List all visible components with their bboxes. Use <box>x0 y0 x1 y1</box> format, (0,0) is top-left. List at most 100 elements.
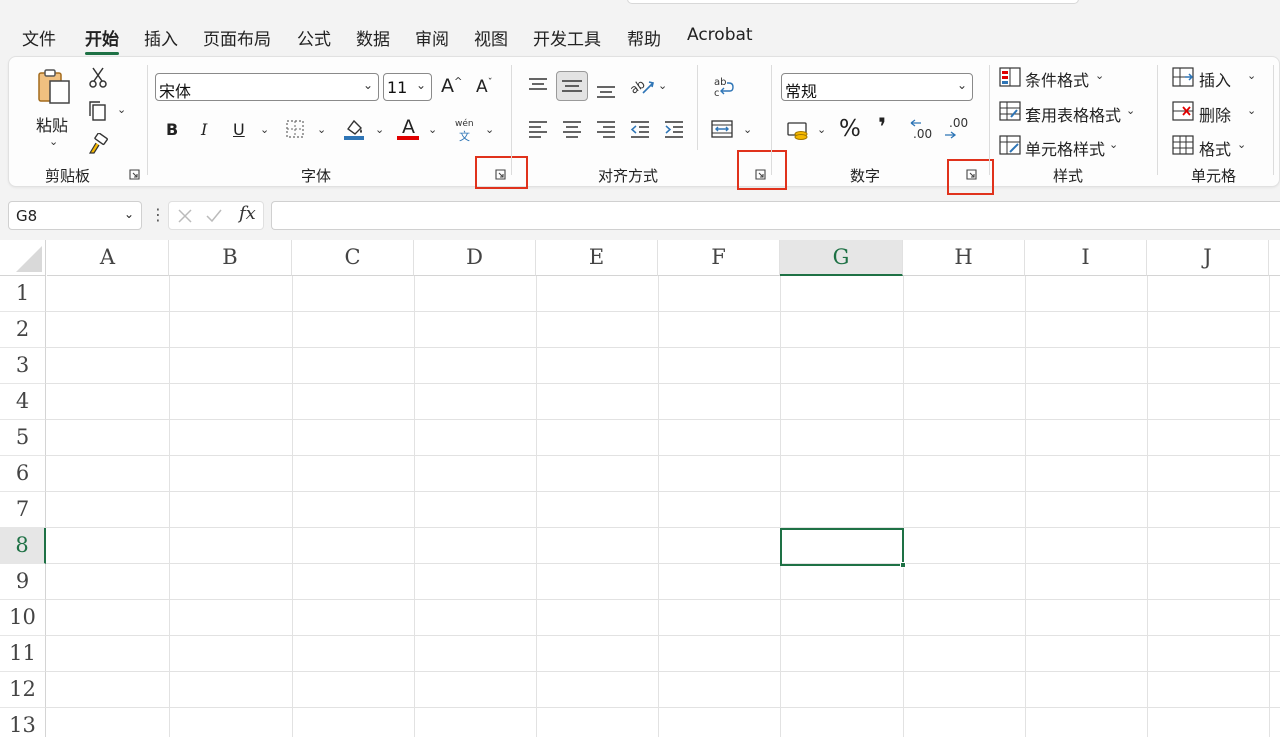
paste-icon[interactable] <box>35 67 75 107</box>
align-center-icon[interactable] <box>561 119 583 139</box>
name-box[interactable]: G8 ⌄ <box>8 201 142 230</box>
format-cells-icon[interactable] <box>1172 135 1194 155</box>
format-as-table-dropdown-icon[interactable]: ⌄ <box>1126 104 1135 117</box>
align-left-icon[interactable] <box>527 119 549 139</box>
tab-home[interactable]: 开始 <box>85 25 119 55</box>
more-options-icon[interactable]: ⋮ <box>150 205 166 224</box>
search-box[interactable] <box>627 0 1079 4</box>
column-header-d[interactable]: D <box>414 240 536 276</box>
column-header-c[interactable]: C <box>292 240 414 276</box>
merge-dropdown-icon[interactable]: ⌄ <box>743 123 752 136</box>
tab-page-layout[interactable]: 页面布局 <box>203 25 271 50</box>
row-header-1[interactable]: 1 <box>0 276 46 312</box>
cell-styles-dropdown-icon[interactable]: ⌄ <box>1109 138 1118 151</box>
confirm-entry-icon[interactable] <box>205 208 223 224</box>
accounting-dropdown-icon[interactable]: ⌄ <box>817 123 826 136</box>
orientation-icon[interactable]: ab <box>629 75 655 97</box>
bold-button[interactable]: B <box>166 120 178 139</box>
row-header-4[interactable]: 4 <box>0 384 46 420</box>
phonetic-guide-icon[interactable]: wén 文 <box>455 119 479 143</box>
column-header-h[interactable]: H <box>903 240 1025 276</box>
fill-handle[interactable] <box>900 562 906 568</box>
column-header-a[interactable]: A <box>47 240 169 276</box>
conditional-format-icon[interactable] <box>999 67 1021 87</box>
row-header-13[interactable]: 13 <box>0 708 46 737</box>
tab-help[interactable]: 帮助 <box>627 25 661 50</box>
format-cells-button[interactable]: 格式 <box>1199 136 1231 160</box>
increase-decimal-icon[interactable]: .00 <box>909 117 937 143</box>
row-header-11[interactable]: 11 <box>0 636 46 672</box>
column-header-g[interactable]: G <box>780 240 903 276</box>
italic-button[interactable]: I <box>201 120 207 139</box>
percent-style-button[interactable]: % <box>839 116 861 142</box>
insert-cells-dropdown-icon[interactable]: ⌄ <box>1247 69 1256 82</box>
phonetic-dropdown-icon[interactable]: ⌄ <box>485 123 494 136</box>
column-header-b[interactable]: B <box>169 240 292 276</box>
column-header-e[interactable]: E <box>536 240 658 276</box>
decrease-font-size-button[interactable]: Aˇ <box>476 77 493 97</box>
font-size-select[interactable]: 11 ⌄ <box>383 73 432 101</box>
align-bottom-icon[interactable] <box>595 81 617 101</box>
column-header-f[interactable]: F <box>658 240 780 276</box>
column-header-j[interactable]: J <box>1147 240 1269 276</box>
insert-cells-button[interactable]: 插入 <box>1199 67 1231 91</box>
tab-insert[interactable]: 插入 <box>144 25 178 50</box>
decrease-indent-icon[interactable] <box>629 119 651 139</box>
worksheet-grid[interactable]: A B C D E F G H I J 1 2 3 4 5 6 7 8 9 10… <box>0 240 1280 737</box>
tab-developer[interactable]: 开发工具 <box>533 25 601 50</box>
row-header-5[interactable]: 5 <box>0 420 46 456</box>
conditional-format-dropdown-icon[interactable]: ⌄ <box>1095 69 1104 82</box>
cancel-entry-icon[interactable] <box>177 208 193 224</box>
column-header-i[interactable]: I <box>1025 240 1147 276</box>
orientation-dropdown-icon[interactable]: ⌄ <box>658 79 667 92</box>
tab-formulas[interactable]: 公式 <box>297 25 331 50</box>
borders-dropdown-icon[interactable]: ⌄ <box>317 123 326 136</box>
comma-style-button[interactable]: ❜ <box>878 113 886 141</box>
borders-icon[interactable] <box>285 119 305 139</box>
select-all-button[interactable] <box>0 240 46 276</box>
format-cells-dropdown-icon[interactable]: ⌄ <box>1237 138 1246 151</box>
selected-cell-g8[interactable] <box>780 528 906 568</box>
decrease-decimal-icon[interactable]: .00 <box>943 116 971 143</box>
conditional-format-button[interactable]: 条件格式 <box>1025 67 1089 91</box>
increase-indent-icon[interactable] <box>663 119 685 139</box>
formula-input[interactable] <box>271 201 1280 230</box>
delete-cells-dropdown-icon[interactable]: ⌄ <box>1247 104 1256 117</box>
increase-font-size-button[interactable]: A^ <box>441 75 462 97</box>
cell-styles-icon[interactable] <box>999 135 1021 155</box>
font-name-select[interactable]: 宋体 ⌄ <box>155 73 379 101</box>
align-right-icon[interactable] <box>595 119 617 139</box>
font-color-button[interactable]: A <box>397 116 419 141</box>
tab-acrobat[interactable]: Acrobat <box>687 25 753 45</box>
tab-file[interactable]: 文件 <box>22 25 56 50</box>
format-painter-icon[interactable] <box>87 133 109 155</box>
row-header-7[interactable]: 7 <box>0 492 46 528</box>
row-header-12[interactable]: 12 <box>0 672 46 708</box>
number-format-select[interactable]: 常规 ⌄ <box>781 73 973 101</box>
column-header-k[interactable] <box>1269 240 1280 276</box>
row-header-6[interactable]: 6 <box>0 456 46 492</box>
row-header-8[interactable]: 8 <box>0 528 46 564</box>
tab-review[interactable]: 审阅 <box>415 25 449 50</box>
format-as-table-button[interactable]: 套用表格格式 <box>1025 102 1121 126</box>
merge-center-icon[interactable] <box>710 119 734 139</box>
paste-dropdown-icon[interactable]: ⌄ <box>49 135 58 148</box>
underline-button[interactable]: U <box>233 120 245 139</box>
copy-dropdown-icon[interactable]: ⌄ <box>117 103 126 116</box>
underline-dropdown-icon[interactable]: ⌄ <box>260 123 269 136</box>
font-color-dropdown-icon[interactable]: ⌄ <box>428 123 437 136</box>
clipboard-dialog-launcher-icon[interactable] <box>129 169 140 180</box>
delete-cells-icon[interactable] <box>1172 101 1194 121</box>
row-header-3[interactable]: 3 <box>0 348 46 384</box>
row-header-9[interactable]: 9 <box>0 564 46 600</box>
tab-data[interactable]: 数据 <box>356 25 390 50</box>
fill-color-dropdown-icon[interactable]: ⌄ <box>375 123 384 136</box>
cell-styles-button[interactable]: 单元格样式 <box>1025 136 1105 160</box>
cut-icon[interactable] <box>89 67 107 89</box>
paste-label[interactable]: 粘贴 <box>36 112 68 136</box>
delete-cells-button[interactable]: 删除 <box>1199 102 1231 126</box>
row-header-2[interactable]: 2 <box>0 312 46 348</box>
wrap-text-icon[interactable]: ab c <box>712 75 736 99</box>
row-header-10[interactable]: 10 <box>0 600 46 636</box>
align-top-icon[interactable] <box>527 75 549 95</box>
